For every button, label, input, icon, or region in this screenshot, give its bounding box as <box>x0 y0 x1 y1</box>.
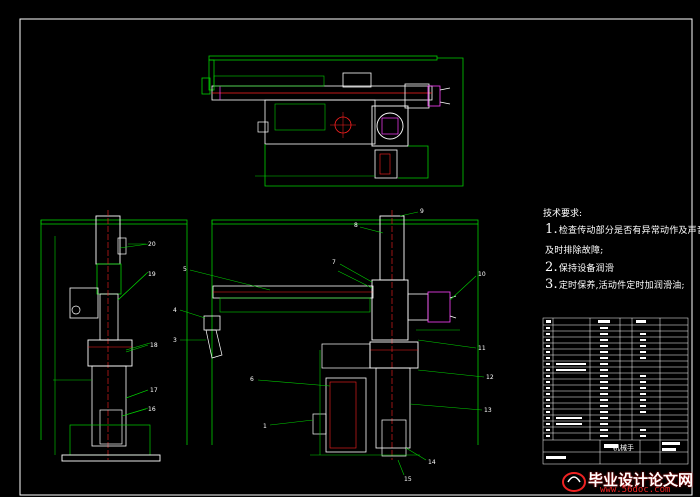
svg-text:14: 14 <box>428 459 436 466</box>
svg-text:20: 20 <box>148 241 156 248</box>
tech-requirement-3-text: 定时保养,活动件定时加润滑油; <box>558 281 685 291</box>
svg-text:5: 5 <box>183 266 187 273</box>
svg-text:9: 9 <box>420 208 424 215</box>
svg-text:4: 4 <box>173 307 177 314</box>
tech-requirement-1-text: 检查传动部分是否有异常动作及声音, <box>558 226 700 236</box>
svg-text:19: 19 <box>148 271 156 278</box>
svg-text:1: 1 <box>263 423 267 430</box>
svg-text:11: 11 <box>478 345 486 352</box>
tech-requirement-1-cont: 及时排除故障; <box>545 243 603 256</box>
tech-requirements-title: 技术要求: <box>543 209 583 219</box>
svg-text:6: 6 <box>250 376 254 383</box>
tech-requirement-3-num: 3. <box>545 277 558 292</box>
watermark-url: www.56doc.com <box>600 485 671 495</box>
tech-requirement-2-num: 2. <box>545 260 558 275</box>
tech-requirement-1-cont-text: 及时排除故障; <box>545 246 604 256</box>
title-block-drawing-name: 机械手 <box>613 444 634 452</box>
svg-text:8: 8 <box>354 222 358 229</box>
svg-text:3: 3 <box>173 337 177 344</box>
tech-requirement-1: 1.检查传动部分是否有异常动作及声音, <box>545 222 700 237</box>
tech-requirement-3: 3.定时保养,活动件定时加润滑油; <box>545 277 685 292</box>
svg-text:10: 10 <box>478 271 486 278</box>
tech-requirement-2-text: 保持设备润滑 <box>558 264 615 274</box>
svg-text:17: 17 <box>150 387 158 394</box>
svg-text:18: 18 <box>150 342 158 349</box>
tech-requirement-1-num: 1. <box>545 222 558 237</box>
svg-text:15: 15 <box>404 476 412 483</box>
svg-text:16: 16 <box>148 406 156 413</box>
svg-text:7: 7 <box>332 259 336 266</box>
tech-requirement-2: 2.保持设备润滑 <box>545 260 614 275</box>
svg-text:13: 13 <box>484 407 492 414</box>
svg-text:12: 12 <box>486 374 494 381</box>
